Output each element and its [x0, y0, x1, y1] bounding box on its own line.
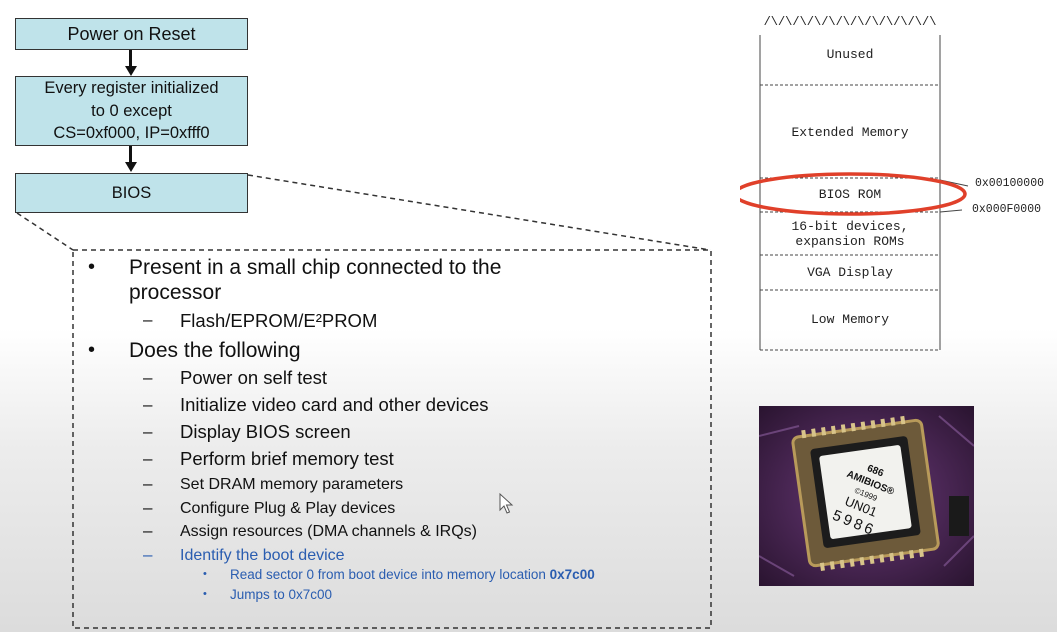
- list-item: Assign resources (DMA channels & IRQs): [180, 523, 477, 540]
- dash-marker: –: [143, 474, 153, 493]
- dash-marker: –: [143, 368, 153, 387]
- bullet-dot: •: [88, 256, 96, 278]
- list-item: Display BIOS screen: [180, 421, 351, 442]
- bios-chip-photo: 686 AMIBIOS® ©1999 UN01 5986: [759, 406, 974, 586]
- memory-top-break: /\/\/\/\/\/\/\/\/\/\/\/\: [763, 15, 937, 29]
- region-16bit-devices: 16-bit devices,: [791, 219, 909, 234]
- bullet1-line1: Present in a small chip connected to the: [129, 256, 502, 279]
- region-vga-display: VGA Display: [807, 265, 893, 280]
- sub-item-jumps: Jumps to 0x7c00: [230, 587, 333, 602]
- list-item: Initialize video card and other devices: [180, 394, 489, 415]
- address-upper: 0x00100000: [975, 177, 1045, 190]
- dash-marker: –: [143, 521, 153, 540]
- mouse-pointer-icon: [499, 493, 514, 514]
- bullet2-text: Does the following: [129, 339, 301, 362]
- dash-marker: –: [143, 545, 153, 564]
- region-unused: Unused: [826, 47, 874, 62]
- list-item: Configure Plug & Play devices: [180, 500, 396, 517]
- dash-marker: –: [143, 449, 153, 468]
- address-highlight: 0x7c00: [549, 567, 595, 582]
- bullet1-sub1: Flash/EPROM/E²PROM: [180, 310, 378, 331]
- sub-bullet-dot: •: [203, 568, 207, 580]
- dash-marker: –: [143, 498, 153, 517]
- address-lower: 0x000F0000: [972, 203, 1042, 216]
- dash-marker: –: [143, 310, 153, 329]
- bullet-dot: •: [88, 339, 96, 361]
- sub-bullet-dot: •: [203, 588, 207, 600]
- region-extended-memory: Extended Memory: [791, 125, 909, 140]
- list-item: Power on self test: [180, 367, 328, 388]
- bullet1-line2: processor: [129, 281, 222, 304]
- region-low-memory: Low Memory: [810, 312, 889, 327]
- dash-marker: –: [143, 422, 153, 441]
- list-item-highlighted: Identify the boot device: [180, 547, 345, 564]
- list-item: Set DRAM memory parameters: [180, 476, 404, 493]
- region-expansion-roms: expansion ROMs: [795, 234, 905, 249]
- dash-marker: –: [143, 395, 153, 414]
- sub-item-read-sector: Read sector 0 from boot device into memo…: [230, 567, 595, 582]
- list-item: Perform brief memory test: [180, 448, 394, 469]
- region-bios-rom: BIOS ROM: [818, 187, 882, 202]
